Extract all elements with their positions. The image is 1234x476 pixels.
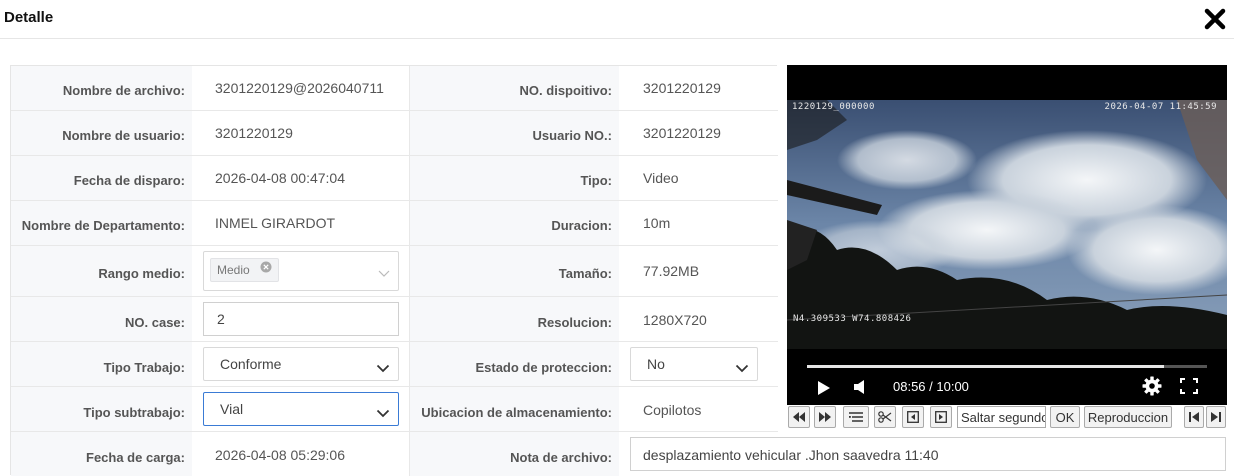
trigger-date-value: 2026-04-08 00:47:04 [215, 170, 345, 186]
playback-label: Reproduccion [1087, 410, 1169, 425]
detail-table: Nombre de archivo: 3201220129@2026040711… [10, 65, 778, 476]
protection-value: No [647, 356, 665, 372]
protection-select[interactable]: No [630, 347, 758, 381]
rewind-icon [793, 412, 805, 422]
dialog-header: Detalle [0, 0, 1234, 39]
chevron-down-icon [376, 405, 390, 423]
skip-seconds-placeholder: Saltar segundos [961, 410, 1046, 425]
detail-row: Nombre de Departamento: INMEL GIRARDOT D… [11, 201, 778, 246]
department-label: Nombre de Departamento: [21, 218, 185, 233]
clip-button[interactable] [874, 406, 896, 428]
storage-label: Ubicacion de almacenamiento: [421, 405, 612, 420]
work-subtype-label: Tipo subtrabajo: [83, 405, 185, 420]
rewind-button[interactable] [788, 406, 810, 428]
dialog-title: Detalle [4, 9, 54, 26]
video-player[interactable]: 1220129_000000 2026-04-07 11:45:59 N4.30… [787, 65, 1227, 405]
media-range-select[interactable]: Medio [203, 251, 399, 291]
video-frame [787, 100, 1227, 349]
file-note-input[interactable]: desplazamiento vehicular .Jhon saavedra … [630, 437, 1226, 471]
storage-value: Copilotos [643, 402, 702, 418]
osd-id: 1220129_000000 [792, 102, 875, 112]
play-icon[interactable] [817, 380, 831, 401]
upload-date-value: 2026-04-08 05:29:06 [215, 447, 345, 463]
fullscreen-icon[interactable] [1180, 378, 1198, 399]
resolution-value: 1280X720 [643, 312, 707, 328]
department-value: INMEL GIRARDOT [215, 215, 336, 231]
skip-end-icon [1211, 412, 1221, 422]
file-name-value: 3201220129@2026040711 [215, 80, 384, 96]
osd-gps: N4.309533 W74.808426 [793, 314, 912, 324]
type-value: Video [643, 170, 679, 186]
file-note-value: desplazamiento vehicular .Jhon saavedra … [643, 447, 939, 463]
skip-seconds-input[interactable]: Saltar segundos [957, 406, 1046, 428]
last-button[interactable] [1206, 406, 1226, 428]
first-button[interactable] [1184, 406, 1204, 428]
progress-fill [807, 365, 1165, 368]
work-type-label: Tipo Trabajo: [103, 360, 185, 375]
device-no-value: 3201220129 [643, 80, 721, 96]
list-button[interactable] [843, 406, 869, 428]
fast-forward-button[interactable] [814, 406, 836, 428]
ok-label: OK [1055, 410, 1075, 425]
video-toolbar: Saltar segundos OK Reproduccion [787, 405, 1227, 431]
duration-value: 10m [643, 215, 671, 231]
user-name-label: Nombre de usuario: [62, 128, 185, 143]
progress-bar[interactable] [807, 365, 1207, 368]
close-icon[interactable] [1204, 8, 1226, 30]
chevron-down-icon [735, 360, 749, 378]
case-no-value: 2 [217, 311, 225, 327]
work-subtype-value: Vial [220, 401, 244, 417]
detail-row: Nombre de archivo: 3201220129@2026040711… [11, 66, 778, 111]
volume-icon[interactable] [853, 379, 867, 400]
work-type-value: Conforme [220, 356, 282, 372]
media-range-tag-label: Medio [217, 263, 250, 277]
detail-row: Tipo Trabajo: Conforme Estado de protecc… [11, 342, 778, 387]
media-range-label: Rango medio: [98, 266, 185, 281]
upload-date-label: Fecha de carga: [86, 450, 185, 465]
file-note-label: Nota de archivo: [510, 450, 612, 465]
prev-frame-icon [907, 411, 919, 423]
time-display: 08:56 / 10:00 [893, 379, 969, 394]
type-label: Tipo: [580, 173, 612, 188]
fast-forward-icon [819, 412, 831, 422]
skip-start-icon [1189, 412, 1199, 422]
protection-label: Estado de proteccion: [475, 360, 612, 375]
chevron-down-icon [376, 360, 390, 378]
detail-row: NO. case: 2 Resolucion: 1280X720 [11, 297, 778, 342]
user-no-value: 3201220129 [643, 125, 721, 141]
file-name-label: Nombre de archivo: [62, 83, 185, 98]
ok-button[interactable]: OK [1050, 406, 1080, 428]
user-name-value: 3201220129 [215, 125, 293, 141]
gear-icon[interactable] [1142, 376, 1162, 401]
playback-button[interactable]: Reproduccion [1084, 406, 1172, 428]
detail-row: Nombre de usuario: 3201220129 Usuario NO… [11, 111, 778, 156]
device-no-label: NO. dispoitivo: [519, 83, 612, 98]
work-type-select[interactable]: Conforme [203, 347, 399, 381]
next-frame-button[interactable] [930, 406, 952, 428]
user-no-label: Usuario NO.: [532, 128, 612, 143]
case-no-input[interactable]: 2 [203, 302, 399, 336]
scissors-icon [878, 411, 892, 423]
trigger-date-label: Fecha de disparo: [73, 173, 185, 188]
size-label: Tamaño: [558, 266, 612, 281]
detail-row: Fecha de disparo: 2026-04-08 00:47:04 Ti… [11, 156, 778, 201]
prev-frame-button[interactable] [902, 406, 924, 428]
osd-datetime: 2026-04-07 11:45:59 [1104, 102, 1217, 112]
detail-row: Tipo subtrabajo: Vial Ubicacion de almac… [11, 387, 778, 432]
work-subtype-select[interactable]: Vial [203, 392, 399, 426]
detail-row: Rango medio: Medio Tamaño: 77.92MB [11, 246, 778, 297]
duration-label: Duracion: [551, 218, 612, 233]
chevron-down-icon [378, 265, 390, 283]
size-value: 77.92MB [643, 263, 700, 279]
case-no-label: NO. case: [125, 315, 185, 330]
resolution-label: Resolucion: [537, 315, 612, 330]
tag-remove-icon[interactable] [260, 260, 272, 278]
next-frame-icon [935, 411, 947, 423]
media-range-tag: Medio [210, 258, 280, 282]
list-icon [849, 412, 863, 422]
